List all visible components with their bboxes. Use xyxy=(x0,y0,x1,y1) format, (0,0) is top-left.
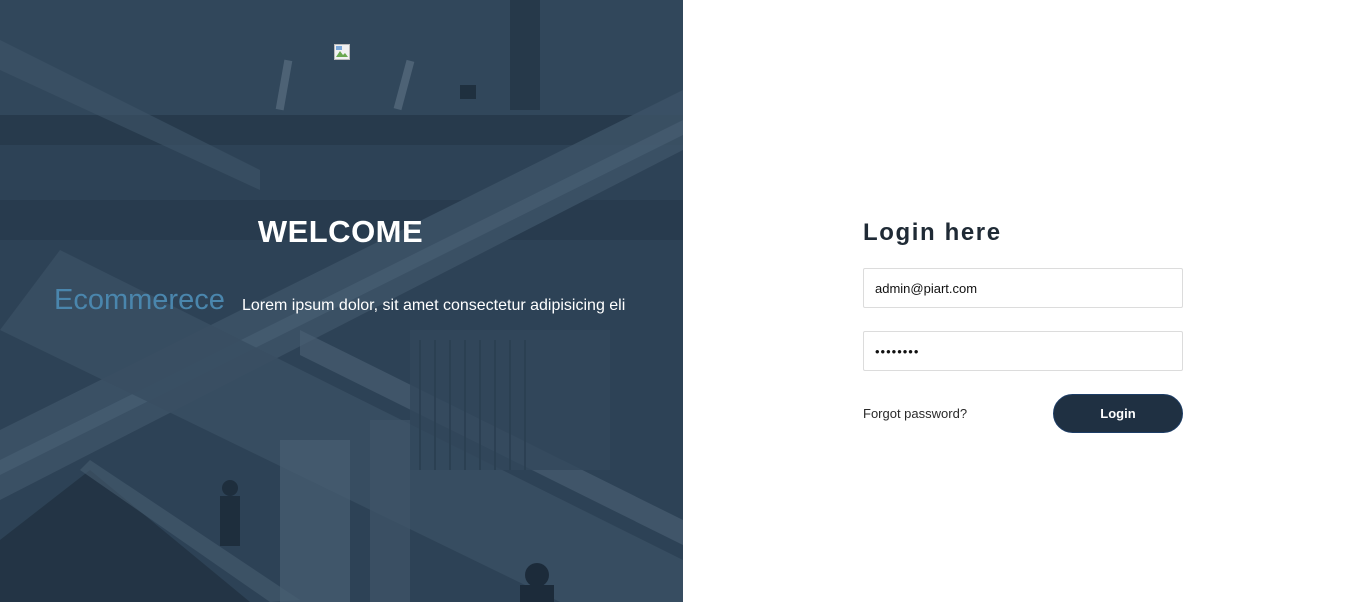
brand-name: Ecommerece xyxy=(54,284,225,316)
login-button[interactable]: Login xyxy=(1053,394,1183,433)
password-input[interactable] xyxy=(863,331,1183,371)
login-page: WELCOME Ecommerece Lorem ipsum dolor, si… xyxy=(0,0,1366,602)
hero-panel: WELCOME Ecommerece Lorem ipsum dolor, si… xyxy=(0,0,683,602)
forgot-password-link[interactable]: Forgot password? xyxy=(863,406,967,421)
hero-tagline: Lorem ipsum dolor, sit amet consectetur … xyxy=(242,297,626,314)
welcome-heading: WELCOME xyxy=(0,214,683,250)
login-panel: Login here Forgot password? Login xyxy=(683,0,1366,602)
broken-image-icon xyxy=(334,44,350,60)
welcome-heading-text: WELCOME xyxy=(257,214,424,249)
login-title: Login here xyxy=(863,219,1002,246)
email-input[interactable] xyxy=(863,268,1183,308)
